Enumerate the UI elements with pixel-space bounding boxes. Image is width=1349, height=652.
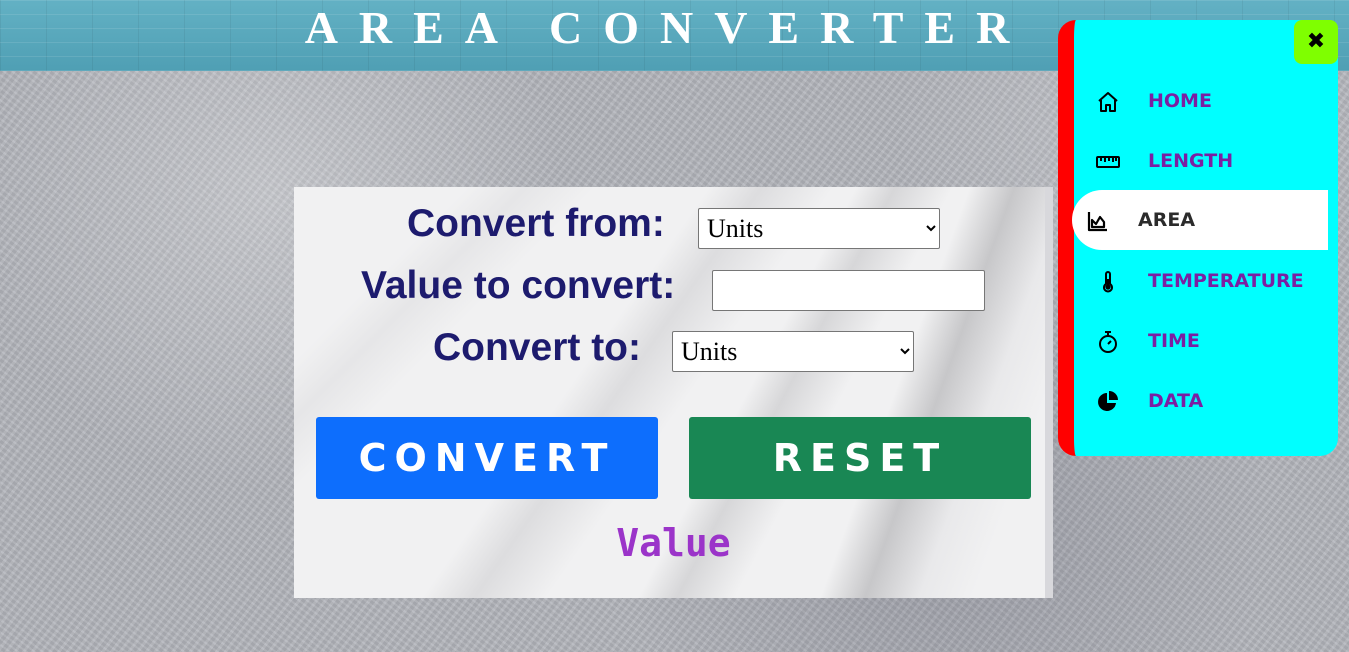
reset-button[interactable]: RESET: [689, 417, 1031, 499]
home-icon: [1098, 92, 1118, 112]
ruler-icon: [1096, 156, 1120, 168]
sidebar-item-time[interactable]: TIME: [1074, 311, 1328, 371]
sidebar-item-label: HOME: [1148, 90, 1212, 112]
stopwatch-icon: [1099, 331, 1117, 353]
value-to-convert-label: Value to convert:: [361, 264, 676, 307]
area-chart-icon: [1087, 212, 1107, 232]
sidebar-item-label: LENGTH: [1148, 150, 1234, 172]
thermometer-icon: [1103, 271, 1113, 293]
sidebar-item-temperature[interactable]: TEMPERATURE: [1074, 251, 1328, 311]
sidebar-item-label: TIME: [1148, 330, 1200, 352]
result-value: Value: [616, 521, 731, 565]
sidebar-item-home[interactable]: HOME: [1074, 71, 1328, 131]
convert-to-select[interactable]: Units: [672, 331, 914, 372]
sidebar-item-label: DATA: [1148, 390, 1204, 412]
value-input[interactable]: [712, 270, 985, 311]
sidebar-item-length[interactable]: LENGTH: [1074, 131, 1328, 191]
sidebar-menu: ✖ HOME LENGTH AREA TEMPERATURE TIME DATA: [1058, 20, 1338, 456]
sidebar-item-area[interactable]: AREA: [1072, 190, 1328, 250]
sidebar-item-label: AREA: [1138, 209, 1196, 231]
convert-to-label: Convert to:: [433, 326, 641, 369]
convert-button[interactable]: CONVERT: [316, 417, 658, 499]
close-icon[interactable]: ✖: [1294, 20, 1338, 64]
sidebar-item-data[interactable]: DATA: [1074, 371, 1328, 431]
convert-from-label: Convert from:: [407, 202, 665, 245]
pie-chart-icon: [1098, 391, 1118, 411]
convert-from-select[interactable]: Units: [698, 208, 940, 249]
sidebar-item-label: TEMPERATURE: [1148, 270, 1304, 292]
converter-card: Convert from: Units Value to convert: Co…: [294, 187, 1053, 598]
